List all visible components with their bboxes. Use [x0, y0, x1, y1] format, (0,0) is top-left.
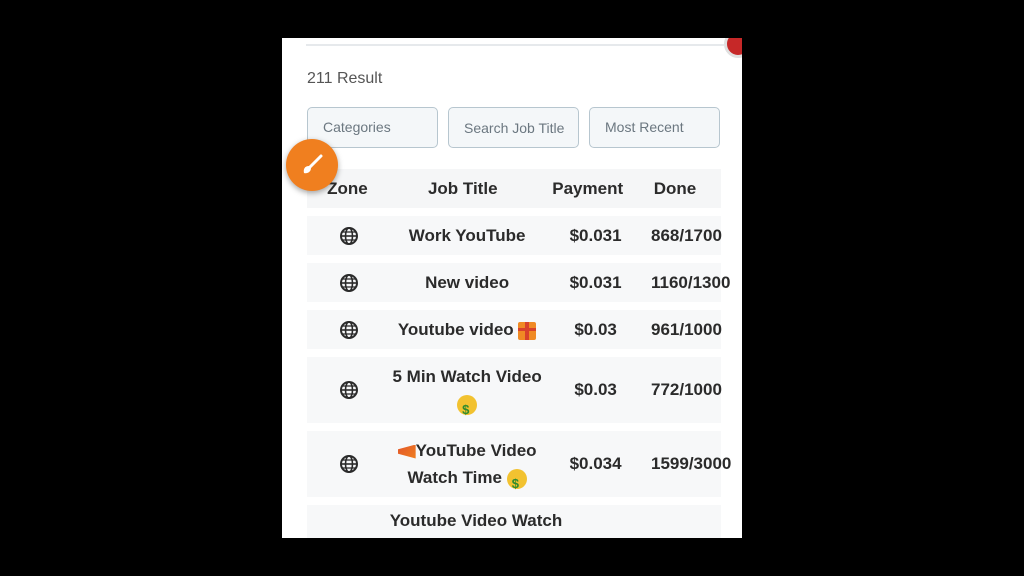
globe-icon — [339, 381, 358, 400]
table-row[interactable]: Youtube video $0.03 961/1000 — [307, 310, 722, 349]
paintbrush-fab-button[interactable] — [286, 139, 338, 191]
app-screen: 211 Result Categories Most Recent Zone J… — [282, 38, 742, 538]
categories-dropdown[interactable]: Categories — [307, 107, 438, 148]
result-count: 211 Result — [307, 70, 383, 87]
job-done: 1160/1300 — [651, 272, 731, 292]
job-title: Work YouTube — [408, 226, 526, 245]
notification-dot[interactable] — [724, 38, 742, 58]
globe-icon — [339, 320, 358, 339]
table-row[interactable]: New video $0.031 1160/1300 — [307, 263, 731, 302]
job-payment: $0.031 — [569, 225, 622, 245]
globe-icon — [339, 273, 358, 292]
table-row[interactable]: Youtube Video Watch — [307, 505, 721, 538]
money-mouth-face-icon — [457, 394, 478, 423]
megaphone-icon — [397, 444, 416, 459]
globe-icon — [339, 226, 358, 245]
table-row[interactable]: 5 Min Watch Video $0.03 772/1000 — [307, 357, 722, 423]
job-payment: $0.034 — [569, 454, 622, 473]
job-title: YouTube Video — [415, 441, 537, 460]
sort-dropdown[interactable]: Most Recent — [589, 107, 720, 148]
job-payment: $0.03 — [574, 319, 617, 339]
divider — [306, 44, 724, 46]
gift-icon — [518, 321, 537, 340]
job-title: Youtube Video Watch — [389, 511, 563, 530]
header-payment: Payment — [552, 178, 624, 198]
search-job-title-input[interactable] — [448, 107, 579, 148]
job-title: 5 Min Watch Video — [392, 367, 542, 386]
job-payment: $0.031 — [569, 272, 622, 292]
filter-bar: Categories Most Recent — [307, 107, 720, 148]
job-done: 1599/3000 — [651, 454, 732, 473]
table-header: Zone Job Title Payment Done — [307, 169, 721, 208]
job-title: New video — [425, 273, 510, 292]
job-title: Youtube video — [397, 320, 514, 339]
table-row[interactable]: YouTube Video Watch Time $0.034 1599/300… — [307, 431, 732, 497]
table-row[interactable]: Work YouTube $0.031 868/1700 — [307, 216, 722, 255]
jobs-table: Zone Job Title Payment Done Work YouTube… — [307, 169, 732, 538]
job-title-line2: Watch Time — [407, 468, 502, 487]
globe-icon — [339, 455, 358, 474]
job-done: 961/1000 — [651, 319, 722, 339]
header-job-title: Job Title — [427, 179, 498, 198]
job-done: 868/1700 — [651, 225, 722, 245]
paintbrush-icon — [303, 154, 323, 174]
header-done: Done — [653, 178, 697, 198]
money-mouth-face-icon — [506, 468, 527, 497]
job-payment: $0.03 — [574, 380, 617, 399]
job-done: 772/1000 — [651, 380, 722, 399]
